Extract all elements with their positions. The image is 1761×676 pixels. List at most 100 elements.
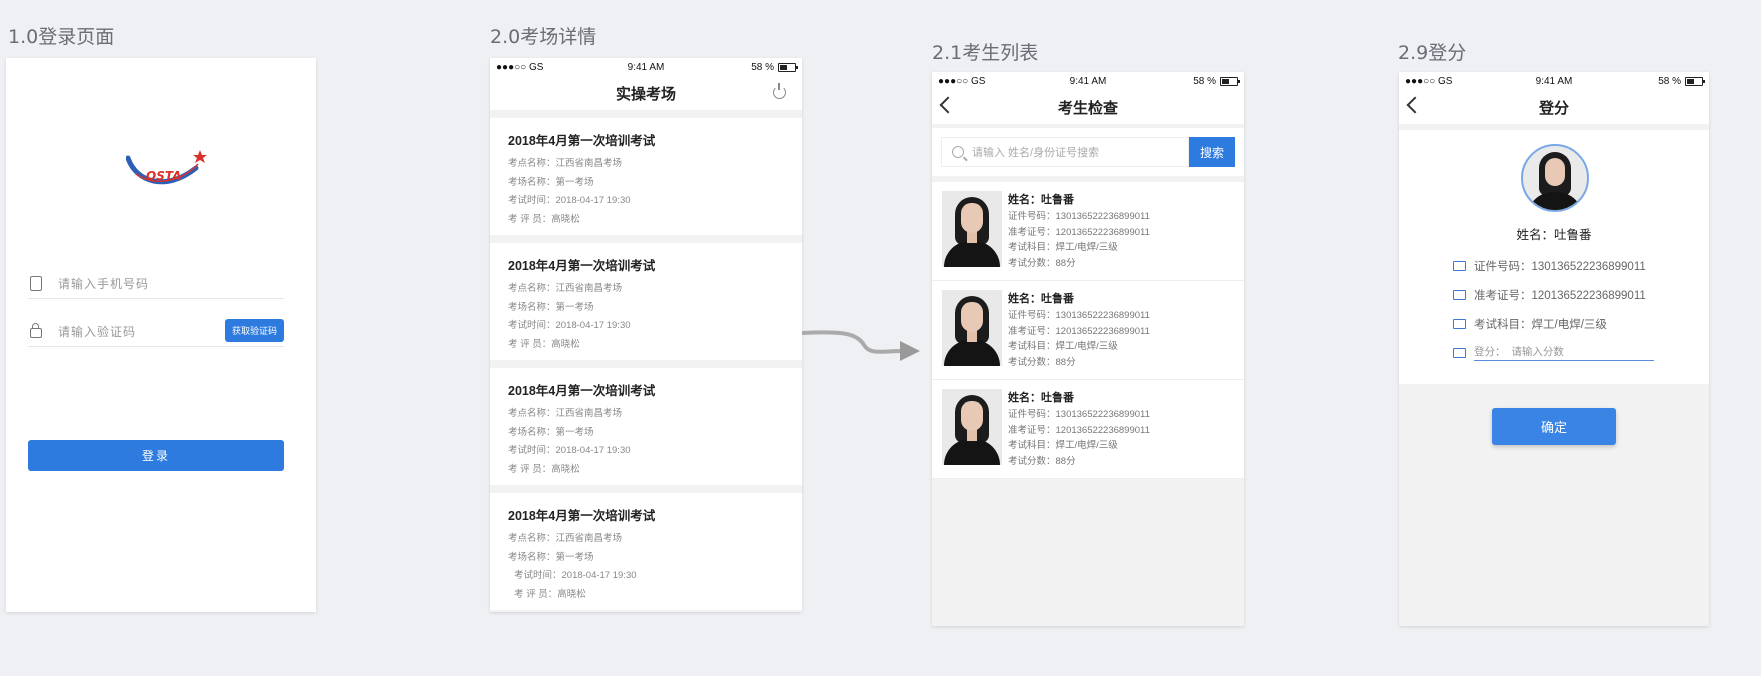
score-label: 登分： xyxy=(1474,346,1506,358)
student-id: 证件号码：130136522236899011 xyxy=(1008,211,1150,222)
score-placeholder: 请输入分数 xyxy=(1511,346,1564,358)
student-subject: 考试科目：焊工/电焊/三级 xyxy=(1008,242,1118,253)
phone-icon xyxy=(30,275,42,291)
exam-site: 考点名称：江西省南昌考场 xyxy=(508,408,623,419)
exam-title: 2018年4月第一次培训考试 xyxy=(508,384,656,398)
lock-icon xyxy=(30,323,42,338)
exam-examiner: 考 评 员：高晓松 xyxy=(508,338,580,350)
exam-title: 2018年4月第一次培训考试 xyxy=(508,259,656,273)
id-number: 证件号码：130136522236899011 xyxy=(1474,261,1646,273)
nav-bar: 登分 xyxy=(1399,90,1709,124)
student-ticket: 准考证号：120136522236899011 xyxy=(1008,226,1150,238)
student-ticket: 准考证号：120136522236899011 xyxy=(1008,424,1150,436)
student-row[interactable]: 姓名：吐鲁番 证件号码：130136522236899011 准考证号：1201… xyxy=(932,281,1244,380)
back-icon[interactable] xyxy=(1406,96,1424,114)
frame-title-student-list: 2.1考生列表 xyxy=(932,42,1039,64)
battery-label: 58 % xyxy=(1193,75,1216,87)
login-screen: OSTA 请输入手机号码 请输入验证码 获取验证码 登录 xyxy=(6,58,316,612)
exam-room: 考场名称：第一考场 xyxy=(508,176,594,188)
student-score: 考试分数：88分 xyxy=(1008,356,1076,368)
code-field[interactable]: 请输入验证码 获取验证码 xyxy=(28,316,284,347)
student-row[interactable]: 姓名：吐鲁番 证件号码：130136522236899011 准考证号：1201… xyxy=(932,380,1244,479)
battery-icon xyxy=(1220,76,1240,86)
nav-title: 实操考场 xyxy=(615,85,676,103)
edit-icon xyxy=(1453,347,1466,358)
exam-time: 考试时间：2018-04-17 19:30 xyxy=(508,320,631,331)
student-id: 证件号码：130136522236899011 xyxy=(1008,409,1150,420)
exam-examiner: 考 评 员：高晓松 xyxy=(508,463,580,475)
student-list-screen: ●●●○○ GS 9:41 AM 58 % 考生检查 请输入 姓名/身份证号搜索… xyxy=(932,72,1244,626)
search-bar: 请输入 姓名/身份证号搜索 搜索 xyxy=(932,128,1244,176)
exam-title: 2018年4月第一次培训考试 xyxy=(508,509,656,523)
battery-label: 58 % xyxy=(1658,75,1681,87)
battery-icon xyxy=(778,62,798,72)
exam-card[interactable]: 2018年4月第一次培训考试 考点名称：江西省南昌考场 考场名称：第一考场 考试… xyxy=(490,360,802,485)
student-score: 考试分数：88分 xyxy=(1008,455,1076,467)
student-row[interactable]: 姓名：吐鲁番 证件号码：130136522236899011 准考证号：1201… xyxy=(932,182,1244,281)
nav-title: 登分 xyxy=(1538,99,1569,117)
exam-time: 考试时间：2018-04-17 19:30 xyxy=(514,570,637,581)
student-subject: 考试科目：焊工/电焊/三级 xyxy=(1008,341,1118,352)
back-icon[interactable] xyxy=(939,96,957,114)
ticket-icon xyxy=(1453,290,1466,300)
exam-examiner: 考 评 员：高晓松 xyxy=(514,588,586,600)
get-code-button[interactable]: 获取验证码 xyxy=(224,319,284,342)
score-row: 登分： 请输入分数 xyxy=(1453,344,1654,361)
status-bar: ●●●○○ GS 9:41 AM 58 % xyxy=(1399,72,1709,90)
flow-arrow xyxy=(802,330,920,361)
exam-room: 考场名称：第一考场 xyxy=(508,551,594,563)
search-button[interactable]: 搜索 xyxy=(1189,137,1235,167)
confirm-button[interactable]: 确定 xyxy=(1492,408,1616,445)
exam-title: 2018年4月第一次培训考试 xyxy=(508,134,656,148)
code-input[interactable]: 请输入验证码 xyxy=(58,323,136,340)
exam-time: 考试时间：2018-04-17 19:30 xyxy=(508,195,631,206)
search-icon xyxy=(952,146,964,158)
exam-card[interactable]: 2018年4月第一次培训考试 考点名称：江西省南昌考场 考场名称：第一考场 考试… xyxy=(490,485,802,610)
phone-field[interactable]: 请输入手机号码 xyxy=(28,268,284,299)
exam-time: 考试时间：2018-04-17 19:30 xyxy=(508,445,631,456)
student-avatar xyxy=(1521,144,1589,212)
student-ticket: 准考证号：120136522236899011 xyxy=(1008,325,1150,337)
ticket-number: 准考证号：120136522236899011 xyxy=(1474,290,1646,302)
frame-title-exam-list: 2.0考场详情 xyxy=(490,26,597,48)
exam-examiner: 考 评 员：高晓松 xyxy=(508,213,580,225)
frame-title-login: 1.0登录页面 xyxy=(8,26,115,48)
id-number-row: 证件号码：130136522236899011 xyxy=(1453,258,1646,274)
exam-card[interactable]: 2018年4月第一次培训考试 考点名称：江西省南昌考场 考场名称：第一考场 考试… xyxy=(490,235,802,360)
student-subject: 考试科目：焊工/电焊/三级 xyxy=(1008,440,1118,451)
student-score: 考试分数：88分 xyxy=(1008,257,1076,269)
carrier-label: ●●●○○ GS xyxy=(1405,75,1453,87)
status-bar: ●●●○○ GS 9:41 AM 58 % xyxy=(932,72,1244,90)
exam-card[interactable]: 2018年4月第一次培训考试 考点名称：江西省南昌考场 考场名称：第一考场 考试… xyxy=(490,110,802,235)
phone-input[interactable]: 请输入手机号码 xyxy=(58,275,149,292)
carrier-label: ●●●○○ GS xyxy=(938,75,986,87)
exam-site: 考点名称：江西省南昌考场 xyxy=(508,158,623,169)
frame-title-score: 2.9登分 xyxy=(1398,42,1467,64)
exam-list-screen: ●●●○○ GS 9:41 AM 58 % 实操考场 2018年4月第一次培训考… xyxy=(490,58,802,612)
score-card: 姓名：吐鲁番 证件号码：130136522236899011 准考证号：1201… xyxy=(1399,130,1709,384)
power-icon[interactable] xyxy=(773,83,786,99)
carrier-label: ●●●○○ GS xyxy=(496,61,544,73)
status-bar: ●●●○○ GS 9:41 AM 58 % xyxy=(490,58,802,76)
subject-row: 考试科目：焊工/电焊/三级 xyxy=(1453,316,1607,332)
battery-icon xyxy=(1685,76,1705,86)
exam-room: 考场名称：第一考场 xyxy=(508,426,594,438)
student-id: 证件号码：130136522236899011 xyxy=(1008,310,1150,321)
exam-room: 考场名称：第一考场 xyxy=(508,301,594,313)
exam-site: 考点名称：江西省南昌考场 xyxy=(508,283,623,294)
student-name: 姓名：吐鲁番 xyxy=(1516,228,1592,242)
id-card-icon xyxy=(1453,261,1466,271)
exam-site: 考点名称：江西省南昌考场 xyxy=(508,533,623,544)
nav-title: 考生检查 xyxy=(1057,99,1118,117)
search-input[interactable]: 请输入 姓名/身份证号搜索 xyxy=(941,137,1189,167)
student-name: 姓名：吐鲁番 xyxy=(1008,392,1074,404)
student-photo xyxy=(942,191,1002,267)
score-screen: ●●●○○ GS 9:41 AM 58 % 登分 姓名：吐鲁番 证件号码：130… xyxy=(1399,72,1709,626)
login-button[interactable]: 登录 xyxy=(28,440,284,471)
student-name: 姓名：吐鲁番 xyxy=(1008,194,1074,206)
svg-text:OSTA: OSTA xyxy=(146,169,181,183)
search-placeholder: 请输入 姓名/身份证号搜索 xyxy=(972,147,1100,159)
subject: 考试科目：焊工/电焊/三级 xyxy=(1474,319,1607,331)
score-input[interactable]: 登分： 请输入分数 xyxy=(1474,344,1654,361)
osta-logo: OSTA xyxy=(125,146,216,196)
